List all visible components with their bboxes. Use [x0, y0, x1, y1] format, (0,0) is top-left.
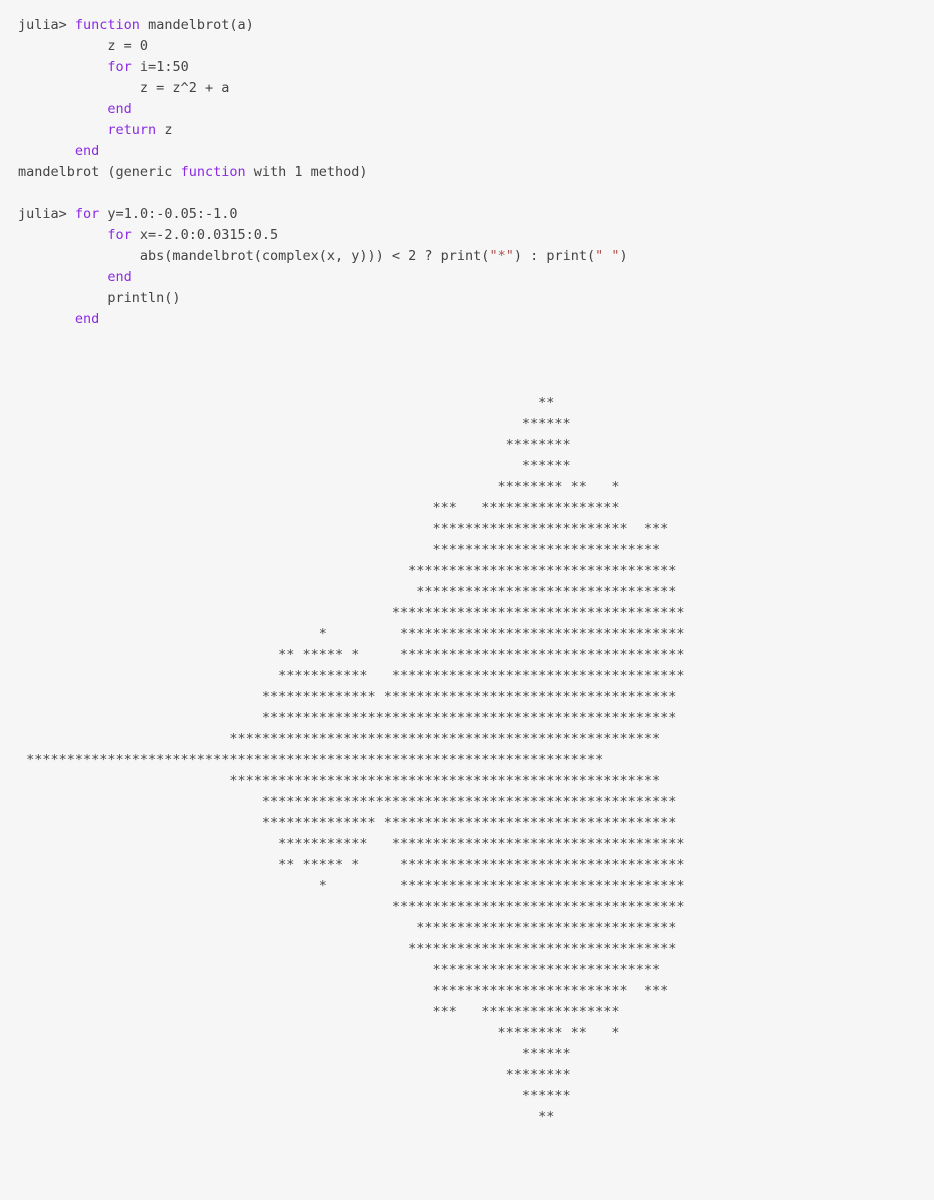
- indent: [18, 101, 107, 117]
- mandelbrot-output: ** ****** ********: [18, 330, 916, 1170]
- number-literal: 1.0: [213, 206, 237, 222]
- number-literal: 50: [172, 59, 188, 75]
- func-signature: mandelbrot(a): [140, 17, 254, 33]
- number-literal: 0.5: [254, 227, 278, 243]
- colon: :: [246, 227, 254, 243]
- number-literal: 0.0315: [197, 227, 246, 243]
- keyword-function: function: [75, 17, 140, 33]
- repl-output: mandelbrot (generic: [18, 164, 181, 180]
- prompt: julia>: [18, 206, 75, 222]
- code-line: z = z^: [18, 80, 189, 96]
- indent: [18, 122, 107, 138]
- code-line: ? print(: [416, 248, 489, 264]
- prompt: julia>: [18, 17, 75, 33]
- indent: [18, 227, 107, 243]
- loop-var: y=: [99, 206, 123, 222]
- indent: [18, 311, 75, 327]
- number-literal: 2: [189, 80, 197, 96]
- code-line: ): [620, 248, 628, 264]
- code-block-1: julia> function mandelbrot(a) z = 0 for …: [18, 15, 916, 330]
- keyword-end: end: [75, 311, 99, 327]
- keyword-end: end: [107, 101, 131, 117]
- colon: :-: [148, 206, 164, 222]
- repl-output: method): [303, 164, 368, 180]
- string-literal: " ": [595, 248, 619, 264]
- code-line: z =: [18, 38, 140, 54]
- keyword-function: function: [181, 164, 246, 180]
- number-literal: 0.05: [164, 206, 197, 222]
- colon: :: [189, 227, 197, 243]
- code-line: ) : print(: [514, 248, 595, 264]
- keyword-end: end: [107, 269, 131, 285]
- number-literal: 1: [294, 164, 302, 180]
- keyword-return: return: [107, 122, 156, 138]
- keyword-for: for: [75, 206, 99, 222]
- string-literal: "*": [489, 248, 513, 264]
- code-rest: + a: [197, 80, 230, 96]
- number-literal: 0: [140, 38, 148, 54]
- keyword-end: end: [75, 143, 99, 159]
- keyword-for: for: [107, 59, 131, 75]
- return-expr: z: [156, 122, 172, 138]
- indent: [18, 59, 107, 75]
- loop-var: i=: [132, 59, 156, 75]
- indent: [18, 269, 107, 285]
- colon: :-: [197, 206, 213, 222]
- loop-var: x=-: [132, 227, 165, 243]
- code-line: abs(mandelbrot(complex(x, y))) <: [18, 248, 408, 264]
- number-literal: 2.0: [164, 227, 188, 243]
- keyword-for: for: [107, 227, 131, 243]
- code-line: println(): [18, 290, 181, 306]
- repl-session: julia> function mandelbrot(a) z = 0 for …: [0, 0, 934, 1200]
- repl-output: with: [246, 164, 295, 180]
- number-literal: 1.0: [124, 206, 148, 222]
- indent: [18, 143, 75, 159]
